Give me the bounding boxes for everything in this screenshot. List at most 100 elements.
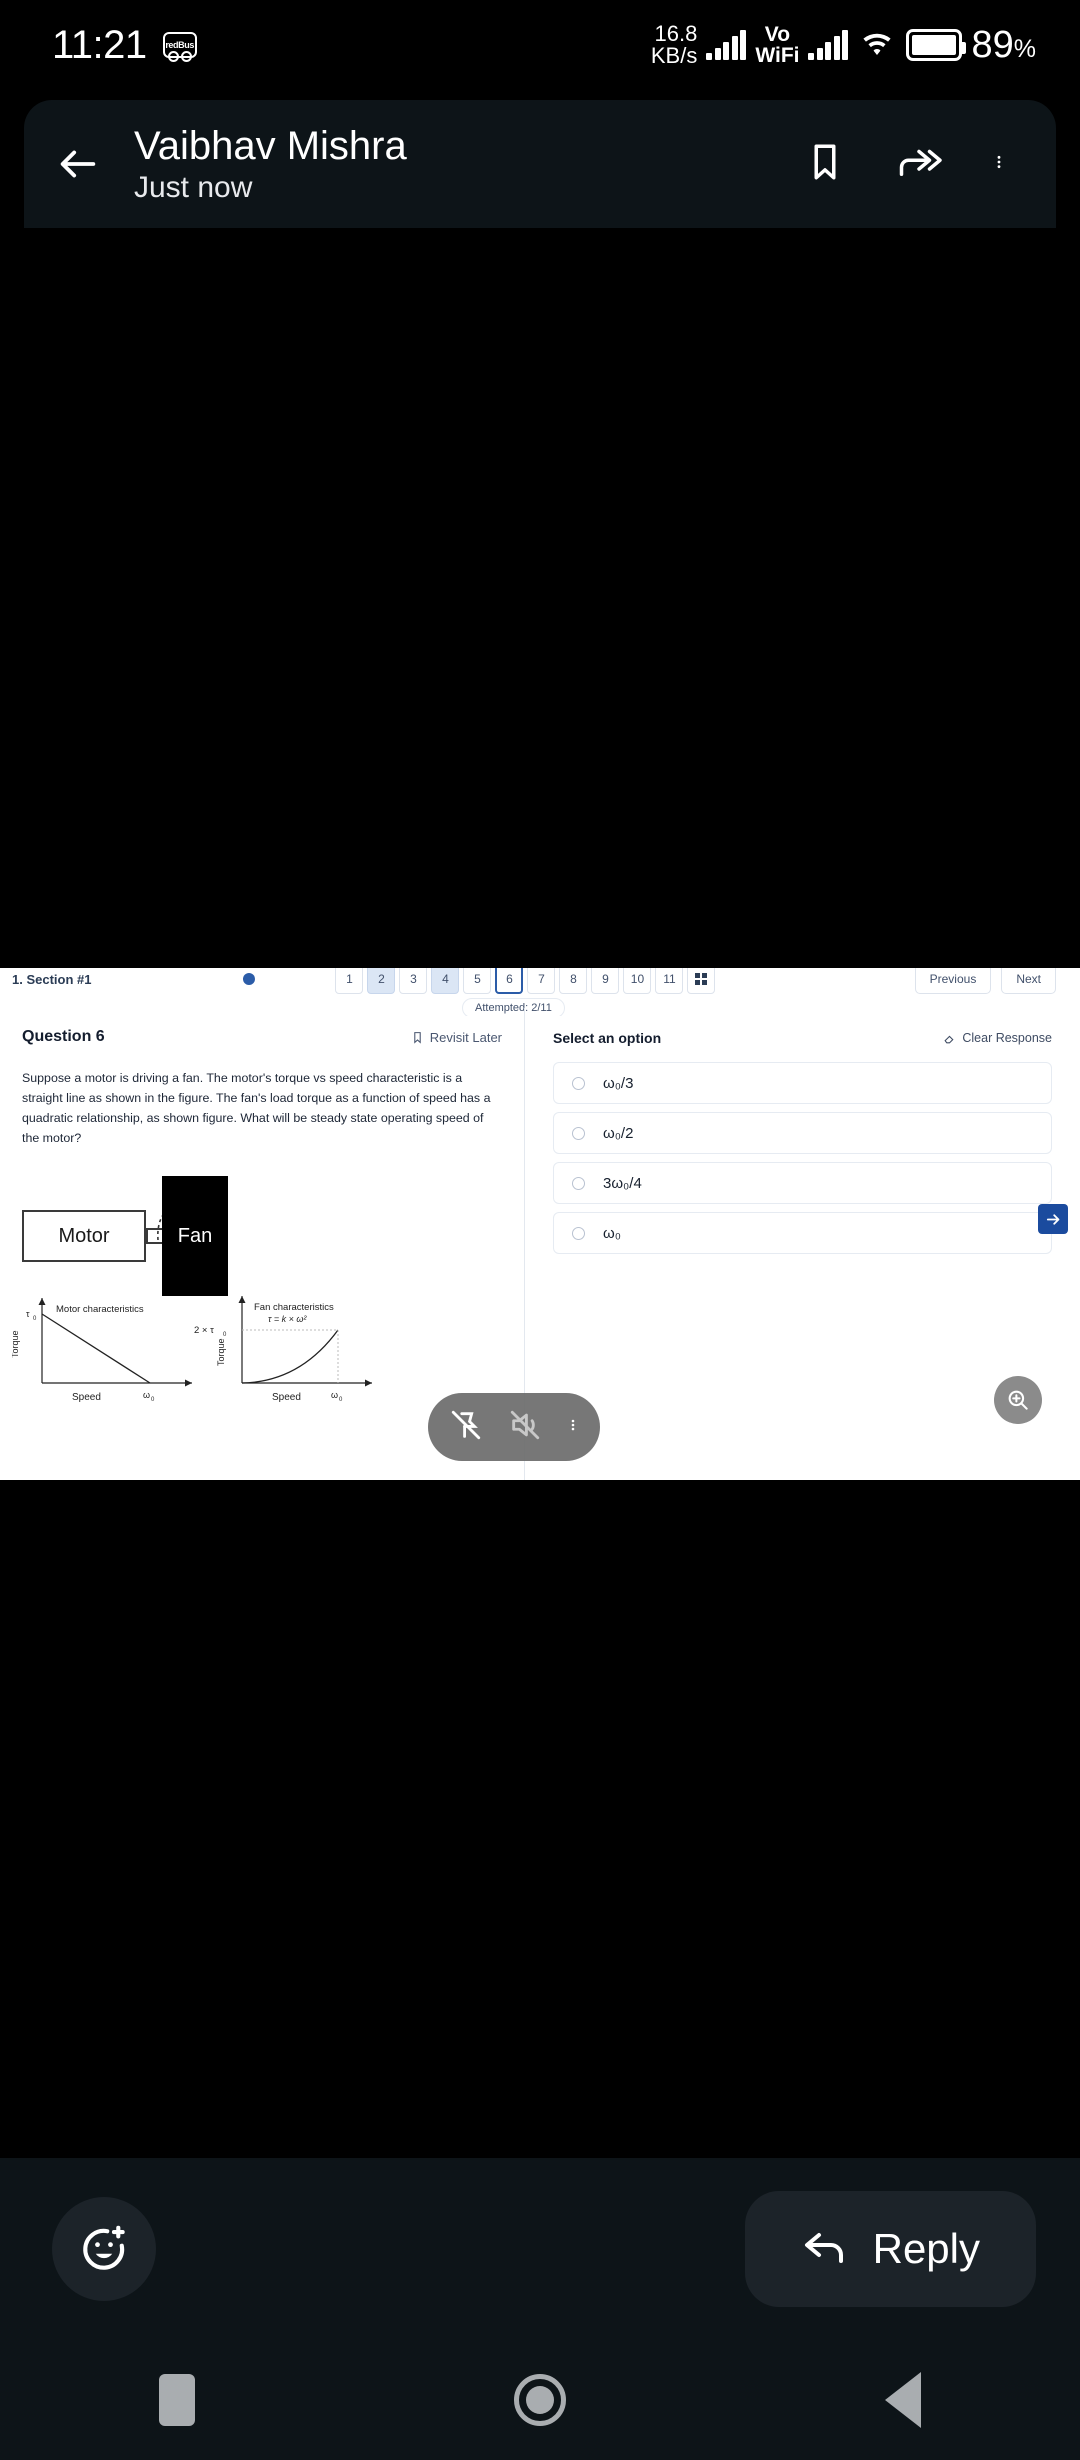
option-row[interactable]: 3ω₀/4 xyxy=(553,1162,1052,1204)
reply-label: Reply xyxy=(872,2225,980,2272)
motor-fan-diagram: Motor Fan xyxy=(0,1162,524,1297)
back-button[interactable] xyxy=(32,141,124,187)
motor-chart-xlabel: Speed xyxy=(72,1392,101,1403)
motor-chart-ylabel: Torque xyxy=(12,1331,20,1359)
question-chip[interactable]: 2 xyxy=(367,968,396,994)
motor-block: Motor xyxy=(22,1210,146,1263)
forward-button[interactable] xyxy=(894,141,944,188)
eraser-icon xyxy=(944,1035,954,1043)
option-label: ω₀/3 xyxy=(603,1074,634,1092)
reply-button[interactable]: Reply xyxy=(744,2191,1036,2307)
arrow-left-icon xyxy=(60,150,96,178)
question-chip[interactable]: 10 xyxy=(623,968,652,994)
network-speed-value: 16.8 xyxy=(654,21,698,46)
svg-text:ω: ω xyxy=(143,1390,150,1400)
grid-view-button[interactable] xyxy=(687,968,716,994)
question-chip[interactable]: 3 xyxy=(399,968,428,994)
svg-text:0: 0 xyxy=(339,1397,343,1403)
svg-text:ω: ω xyxy=(331,1390,338,1400)
svg-text:2 × τ: 2 × τ xyxy=(194,1325,214,1336)
question-number: Question 6 xyxy=(22,1028,105,1045)
svg-text:τ: τ xyxy=(26,1309,30,1319)
option-label: ω₀ xyxy=(603,1224,621,1242)
recents-square-icon[interactable] xyxy=(159,2374,196,2426)
network-speed: 16.8 KB/s xyxy=(651,23,697,67)
option-radio[interactable] xyxy=(572,1176,585,1190)
question-chip[interactable]: 11 xyxy=(655,968,684,994)
add-reaction-button[interactable] xyxy=(52,2197,156,2301)
battery-percent: 89% xyxy=(971,23,1036,66)
contact-status: Just now xyxy=(134,171,253,204)
back-triangle-icon[interactable] xyxy=(884,2372,921,2428)
question-chip-list[interactable]: 1 2 3 4 5 6 7 8 9 10 11 xyxy=(335,968,716,994)
clear-response-label: Clear Response xyxy=(962,1031,1052,1045)
network-speed-unit: KB/s xyxy=(650,43,698,68)
question-chip[interactable]: 4 xyxy=(431,968,460,994)
svg-text:0: 0 xyxy=(223,1332,227,1338)
question-chip-current[interactable]: 6 xyxy=(495,968,524,994)
unpin-button[interactable] xyxy=(449,1408,483,1447)
svg-text:0: 0 xyxy=(33,1316,37,1322)
fan-chart-title: Fan characteristics xyxy=(254,1302,334,1313)
question-chip[interactable]: 8 xyxy=(559,968,588,994)
option-row[interactable]: ω₀ xyxy=(553,1212,1052,1254)
fan-characteristics-chart: Torque 2 × τ 0 Fan characteristics τ = k … xyxy=(180,1288,380,1406)
reply-arrow-icon xyxy=(804,2233,843,2263)
option-radio[interactable] xyxy=(572,1226,585,1240)
vowifi-indicator: Vo WiFi xyxy=(755,24,799,66)
header-title-group: Vaibhav Mishra Just now xyxy=(134,123,804,205)
contact-name: Vaibhav Mishra xyxy=(134,124,407,168)
option-radio[interactable] xyxy=(572,1076,585,1090)
media-controls-pill[interactable] xyxy=(428,1393,600,1461)
gear-icon[interactable] xyxy=(241,971,257,987)
wifi-label: WiFi xyxy=(755,44,800,67)
section-label: 1. Section #1 xyxy=(12,971,92,987)
next-button[interactable]: Next xyxy=(1001,968,1056,994)
attempted-badge: Attempted: 2/11 xyxy=(462,998,565,1018)
previous-button[interactable]: Previous xyxy=(914,968,992,994)
question-chip[interactable]: 1 xyxy=(335,968,364,994)
home-circle-icon[interactable] xyxy=(513,2374,566,2426)
bookmark-outline-icon xyxy=(414,1031,421,1044)
fan-chart-equation: τ = k × ω² xyxy=(268,1314,307,1324)
question-chip[interactable]: 7 xyxy=(527,968,556,994)
reply-bar: Reply xyxy=(0,2158,1080,2340)
phone-screen: 11:21 redBus 16.8 KB/s Vo WiFi 89% Vaibh… xyxy=(0,0,1080,2460)
options-header: Select an option Clear Response xyxy=(525,1030,1080,1046)
prev-next-group: Previous Next xyxy=(914,968,1056,994)
bookmark-icon xyxy=(814,144,836,179)
options-title: Select an option xyxy=(553,1030,662,1046)
bookmark-button[interactable] xyxy=(804,141,846,188)
header-actions xyxy=(804,139,1006,190)
options-list: ω₀/3 ω₀/2 3ω₀/4 ω₀ xyxy=(553,1062,1052,1254)
option-radio[interactable] xyxy=(572,1126,585,1140)
grid-view-icon xyxy=(695,973,708,985)
question-chip[interactable]: 5 xyxy=(463,968,492,994)
exam-topbar: 1. Section #1 1 2 3 4 5 6 7 8 9 10 11 Pr… xyxy=(0,968,1080,998)
wifi-icon xyxy=(857,29,897,61)
revisit-later-button[interactable]: Revisit Later xyxy=(411,1030,502,1045)
mute-button[interactable] xyxy=(508,1408,542,1447)
forward-double-arrow-icon xyxy=(899,149,942,176)
clear-response-button[interactable]: Clear Response xyxy=(943,1031,1052,1045)
battery-icon xyxy=(906,29,967,61)
pin-off-icon xyxy=(451,1410,480,1439)
more-vertical-icon xyxy=(572,1419,575,1430)
volume-off-icon xyxy=(510,1410,540,1439)
zoom-in-icon xyxy=(1008,1390,1028,1410)
message-media-area: 1. Section #1 1 2 3 4 5 6 7 8 9 10 11 Pr… xyxy=(0,228,1080,2158)
redbus-notification-icon: redBus xyxy=(162,32,197,62)
next-question-arrow-button[interactable] xyxy=(1038,1204,1068,1234)
overflow-menu-button[interactable] xyxy=(992,139,1006,190)
fan-block: Fan xyxy=(162,1176,228,1297)
emoji-add-icon xyxy=(83,2225,125,2270)
zoom-in-button[interactable] xyxy=(994,1376,1042,1424)
status-time: 11:21 xyxy=(52,22,147,67)
status-bar: 11:21 redBus 16.8 KB/s Vo WiFi 89% xyxy=(0,0,1080,90)
question-chip[interactable]: 9 xyxy=(591,968,620,994)
question-text: Suppose a motor is driving a fan. The mo… xyxy=(22,1071,491,1146)
more-vertical-icon xyxy=(997,155,1001,168)
option-row[interactable]: ω₀/3 xyxy=(553,1062,1052,1104)
option-row[interactable]: ω₀/2 xyxy=(553,1112,1052,1154)
media-more-button[interactable] xyxy=(567,1408,579,1447)
